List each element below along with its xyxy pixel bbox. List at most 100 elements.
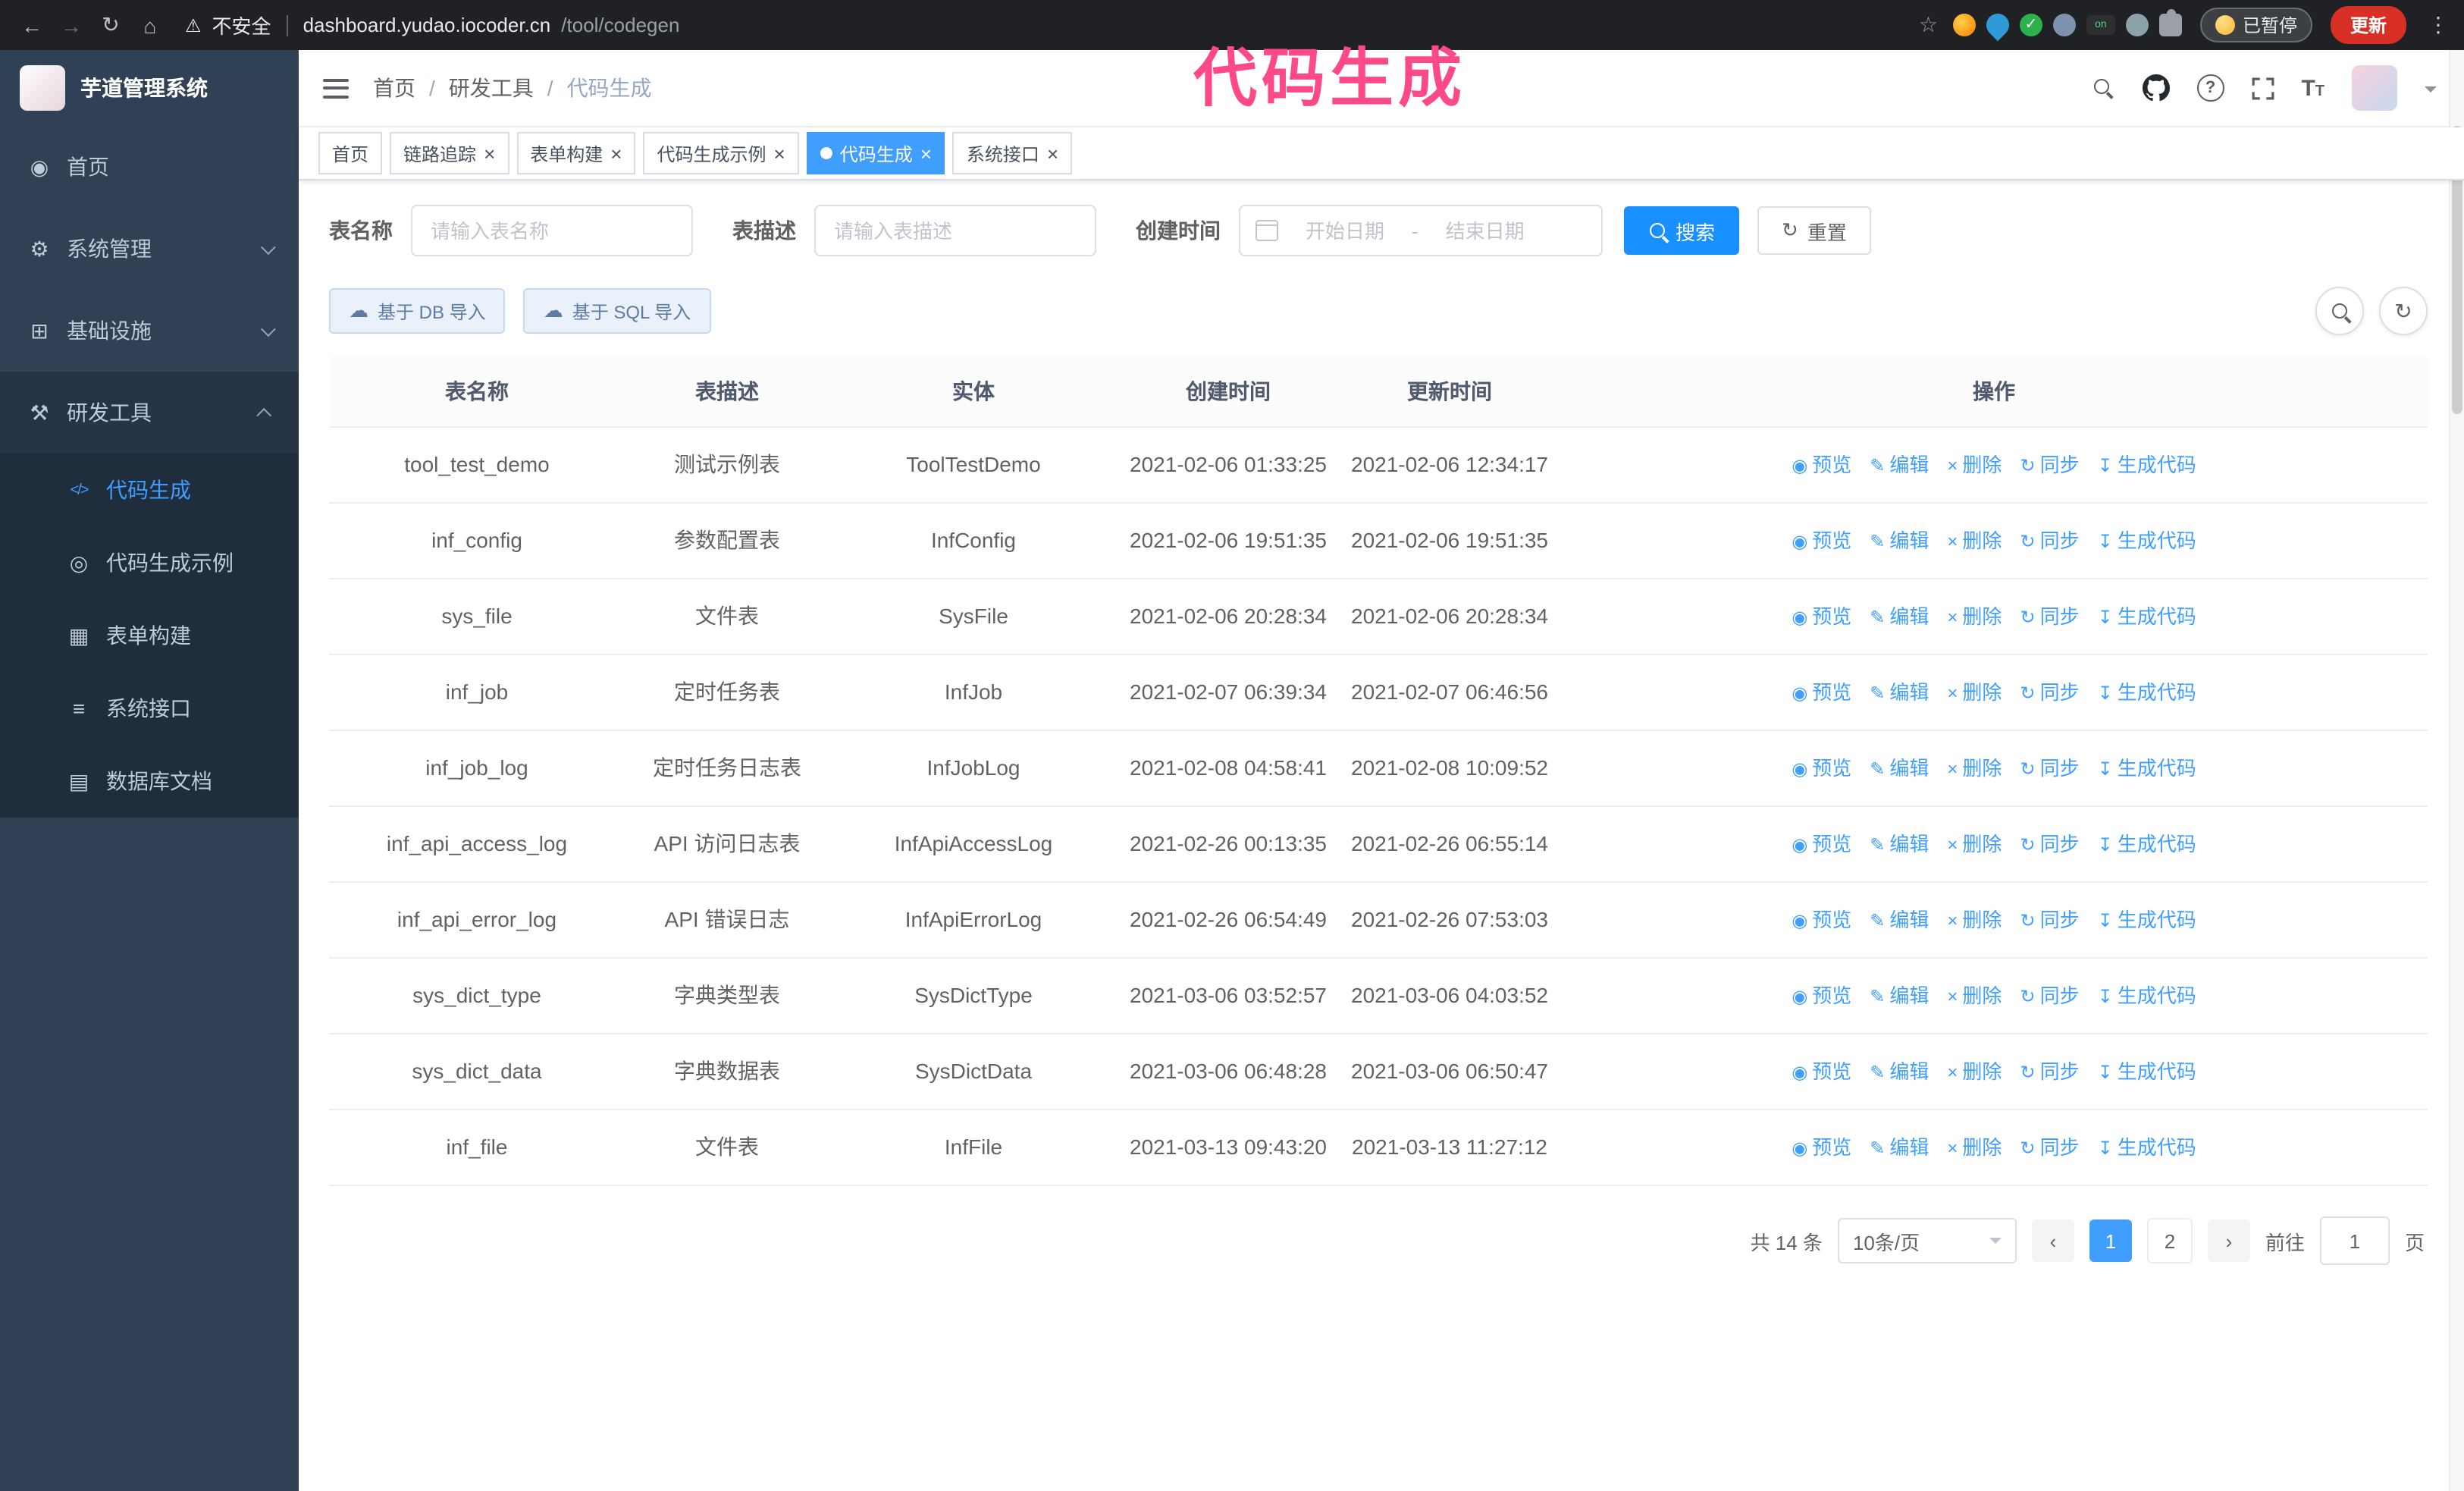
sidebar-item-form-builder[interactable]: ▦ 表单构建: [0, 599, 299, 672]
delete-link[interactable]: × 删除: [1947, 602, 2002, 634]
goto-page-input[interactable]: [2319, 1216, 2390, 1265]
collapse-menu-icon[interactable]: [323, 78, 349, 98]
sidebar-item-system[interactable]: ⚙ 系统管理: [0, 208, 299, 290]
generate-link[interactable]: ↧ 生成代码: [2098, 602, 2196, 634]
edit-link[interactable]: ✎ 编辑: [1870, 526, 1929, 558]
end-date-input[interactable]: [1427, 218, 1543, 243]
next-page-button[interactable]: ›: [2207, 1219, 2250, 1262]
edit-link[interactable]: ✎ 编辑: [1870, 830, 1929, 862]
preview-link[interactable]: ◉ 预览: [1792, 678, 1851, 710]
fullscreen-icon[interactable]: [2251, 77, 2274, 99]
edit-link[interactable]: ✎ 编辑: [1870, 1057, 1929, 1089]
delete-link[interactable]: × 删除: [1947, 981, 2002, 1013]
preview-link[interactable]: ◉ 预览: [1792, 906, 1851, 937]
sidebar-item-codegen[interactable]: </> 代码生成: [0, 454, 299, 526]
edit-link[interactable]: ✎ 编辑: [1870, 906, 1929, 937]
tab-close-icon[interactable]: ×: [1047, 143, 1058, 163]
preview-link[interactable]: ◉ 预览: [1792, 526, 1851, 558]
help-icon[interactable]: ?: [2196, 74, 2224, 102]
tab-close-icon[interactable]: ×: [610, 143, 622, 163]
tab-form-builder[interactable]: 表单构建 ×: [516, 132, 636, 174]
tab-home[interactable]: 首页: [318, 132, 383, 174]
tab-system-api[interactable]: 系统接口 ×: [952, 132, 1073, 174]
delete-link[interactable]: × 删除: [1947, 1133, 2002, 1165]
edit-link[interactable]: ✎ 编辑: [1870, 754, 1929, 786]
generate-link[interactable]: ↧ 生成代码: [2098, 981, 2196, 1013]
sidebar-item-home[interactable]: ◉ 首页: [0, 126, 299, 208]
delete-link[interactable]: × 删除: [1947, 526, 2002, 558]
edit-link[interactable]: ✎ 编辑: [1870, 450, 1929, 482]
preview-link[interactable]: ◉ 预览: [1792, 1133, 1851, 1165]
forward-button[interactable]: →: [55, 8, 88, 42]
edit-link[interactable]: ✎ 编辑: [1870, 602, 1929, 634]
sidebar-item-infra[interactable]: ⊞ 基础设施: [0, 290, 299, 372]
delete-link[interactable]: × 删除: [1947, 1057, 2002, 1089]
generate-link[interactable]: ↧ 生成代码: [2098, 830, 2196, 862]
sync-link[interactable]: ↻ 同步: [2020, 450, 2079, 482]
page-size-select[interactable]: 10条/页: [1837, 1218, 2017, 1263]
tab-codegen-example[interactable]: 代码生成示例 ×: [643, 132, 799, 174]
sync-link[interactable]: ↻ 同步: [2020, 1057, 2079, 1089]
delete-link[interactable]: × 删除: [1947, 906, 2002, 937]
github-icon[interactable]: [2142, 74, 2170, 102]
delete-link[interactable]: × 删除: [1947, 754, 2002, 786]
puzzle-extensions-icon[interactable]: [2158, 9, 2182, 36]
check-extension-icon[interactable]: ✓: [2019, 14, 2042, 36]
generate-link[interactable]: ↧ 生成代码: [2098, 450, 2196, 482]
address-bar[interactable]: ⚠ 不安全 dashboard.yudao.iocoder.cn/tool/co…: [185, 11, 1901, 39]
toggle-search-button[interactable]: [2315, 287, 2364, 335]
tab-close-icon[interactable]: ×: [774, 143, 785, 163]
edit-link[interactable]: ✎ 编辑: [1870, 981, 1929, 1013]
font-size-icon[interactable]: TT: [2301, 75, 2324, 101]
sidebar-item-system-api[interactable]: ≡ 系统接口: [0, 672, 299, 745]
sync-link[interactable]: ↻ 同步: [2020, 602, 2079, 634]
search-button[interactable]: 搜索: [1624, 206, 1740, 255]
preview-link[interactable]: ◉ 预览: [1792, 602, 1851, 634]
tab-close-icon[interactable]: ×: [484, 143, 495, 163]
preview-link[interactable]: ◉ 预览: [1792, 830, 1851, 862]
users-extension-icon[interactable]: [2052, 14, 2076, 36]
page-button-2[interactable]: 2: [2146, 1218, 2193, 1263]
import-db-button[interactable]: ☁ 基于 DB 导入: [329, 288, 506, 334]
profile-paused-badge[interactable]: 已暂停: [2199, 8, 2312, 42]
breadcrumb-devtools[interactable]: 研发工具: [449, 73, 534, 103]
tab-tracing[interactable]: 链路追踪 ×: [390, 132, 509, 174]
reset-button[interactable]: ↻ 重置: [1757, 206, 1871, 255]
table-desc-input[interactable]: [814, 205, 1096, 256]
generate-link[interactable]: ↧ 生成代码: [2098, 526, 2196, 558]
reload-button[interactable]: ↻: [94, 8, 127, 42]
generate-link[interactable]: ↧ 生成代码: [2098, 678, 2196, 710]
sidebar-item-devtools[interactable]: ⚒ 研发工具: [0, 372, 299, 454]
misc-extension-icon[interactable]: [2125, 14, 2149, 36]
breadcrumb-home[interactable]: 首页: [373, 73, 415, 103]
sidebar-item-db-doc[interactable]: ▤ 数据库文档: [0, 745, 299, 818]
sync-link[interactable]: ↻ 同步: [2020, 678, 2079, 710]
user-avatar[interactable]: [2352, 65, 2397, 111]
preview-link[interactable]: ◉ 预览: [1792, 981, 1851, 1013]
sync-link[interactable]: ↻ 同步: [2020, 981, 2079, 1013]
prev-page-button[interactable]: ‹: [2031, 1219, 2074, 1262]
avatar-caret-icon[interactable]: [2425, 86, 2437, 98]
delete-link[interactable]: × 删除: [1947, 450, 2002, 482]
page-button-1[interactable]: 1: [2089, 1219, 2132, 1262]
sidebar-item-codegen-example[interactable]: ◎ 代码生成示例: [0, 526, 299, 599]
start-date-input[interactable]: [1287, 218, 1403, 243]
generate-link[interactable]: ↧ 生成代码: [2098, 906, 2196, 937]
import-sql-button[interactable]: ☁ 基于 SQL 导入: [523, 288, 711, 334]
back-button[interactable]: ←: [15, 8, 49, 42]
table-name-input[interactable]: [411, 205, 693, 256]
tab-codegen[interactable]: 代码生成 ×: [806, 132, 945, 174]
sync-link[interactable]: ↻ 同步: [2020, 906, 2079, 937]
preview-link[interactable]: ◉ 预览: [1792, 450, 1851, 482]
edit-link[interactable]: ✎ 编辑: [1870, 678, 1929, 710]
generate-link[interactable]: ↧ 生成代码: [2098, 1133, 2196, 1165]
home-button[interactable]: ⌂: [133, 8, 167, 42]
sync-link[interactable]: ↻ 同步: [2020, 754, 2079, 786]
firefox-extension-icon[interactable]: [1952, 14, 1976, 36]
browser-menu-icon[interactable]: ⋮: [2428, 12, 2449, 38]
edit-link[interactable]: ✎ 编辑: [1870, 1133, 1929, 1165]
delete-link[interactable]: × 删除: [1947, 678, 2002, 710]
delete-link[interactable]: × 删除: [1947, 830, 2002, 862]
update-button[interactable]: 更新: [2330, 6, 2406, 44]
switch-extension-icon[interactable]: on: [2086, 15, 2115, 35]
